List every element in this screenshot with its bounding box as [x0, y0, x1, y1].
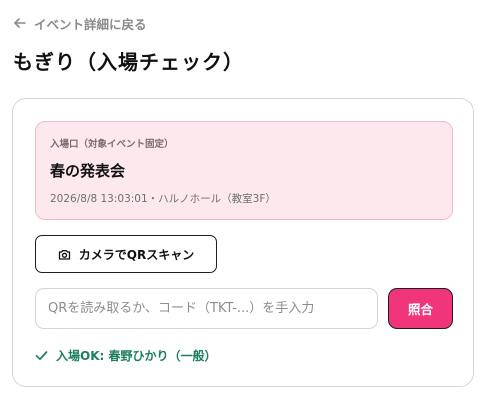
entrance-label: 入場口（対象イベント固定） — [50, 139, 174, 150]
back-link-label: イベント詳細に戻る — [34, 16, 147, 32]
camera-scan-label: カメラでQRスキャン — [78, 247, 195, 262]
result-text: 入場OK: 春野ひかり（一般） — [56, 349, 217, 363]
event-name: 春の発表会 — [50, 162, 126, 180]
ticket-code-input[interactable] — [35, 288, 378, 329]
arrow-left-icon — [13, 16, 27, 30]
checkin-card: 入場口（対象イベント固定） 春の発表会 2026/8/8 13:03:01・ハル… — [12, 98, 474, 387]
check-icon — [35, 349, 48, 362]
event-info-box: 入場口（対象イベント固定） 春の発表会 2026/8/8 13:03:01・ハル… — [35, 121, 453, 220]
event-datetime-venue: 2026/8/8 13:03:01・ハルノホール（教室3F） — [50, 193, 276, 205]
verify-button[interactable]: 照合 — [388, 288, 453, 329]
camera-icon — [58, 248, 71, 261]
back-to-event-link[interactable]: イベント詳細に戻る — [13, 13, 147, 33]
page-title: もぎり（入場チェック） — [13, 50, 244, 74]
page-root: イベント詳細に戻る もぎり（入場チェック） 入場口（対象イベント固定） 春の発表… — [0, 0, 488, 401]
checkin-result-message: 入場OK: 春野ひかり（一般） — [35, 347, 216, 364]
camera-scan-button[interactable]: カメラでQRスキャン — [35, 235, 217, 273]
